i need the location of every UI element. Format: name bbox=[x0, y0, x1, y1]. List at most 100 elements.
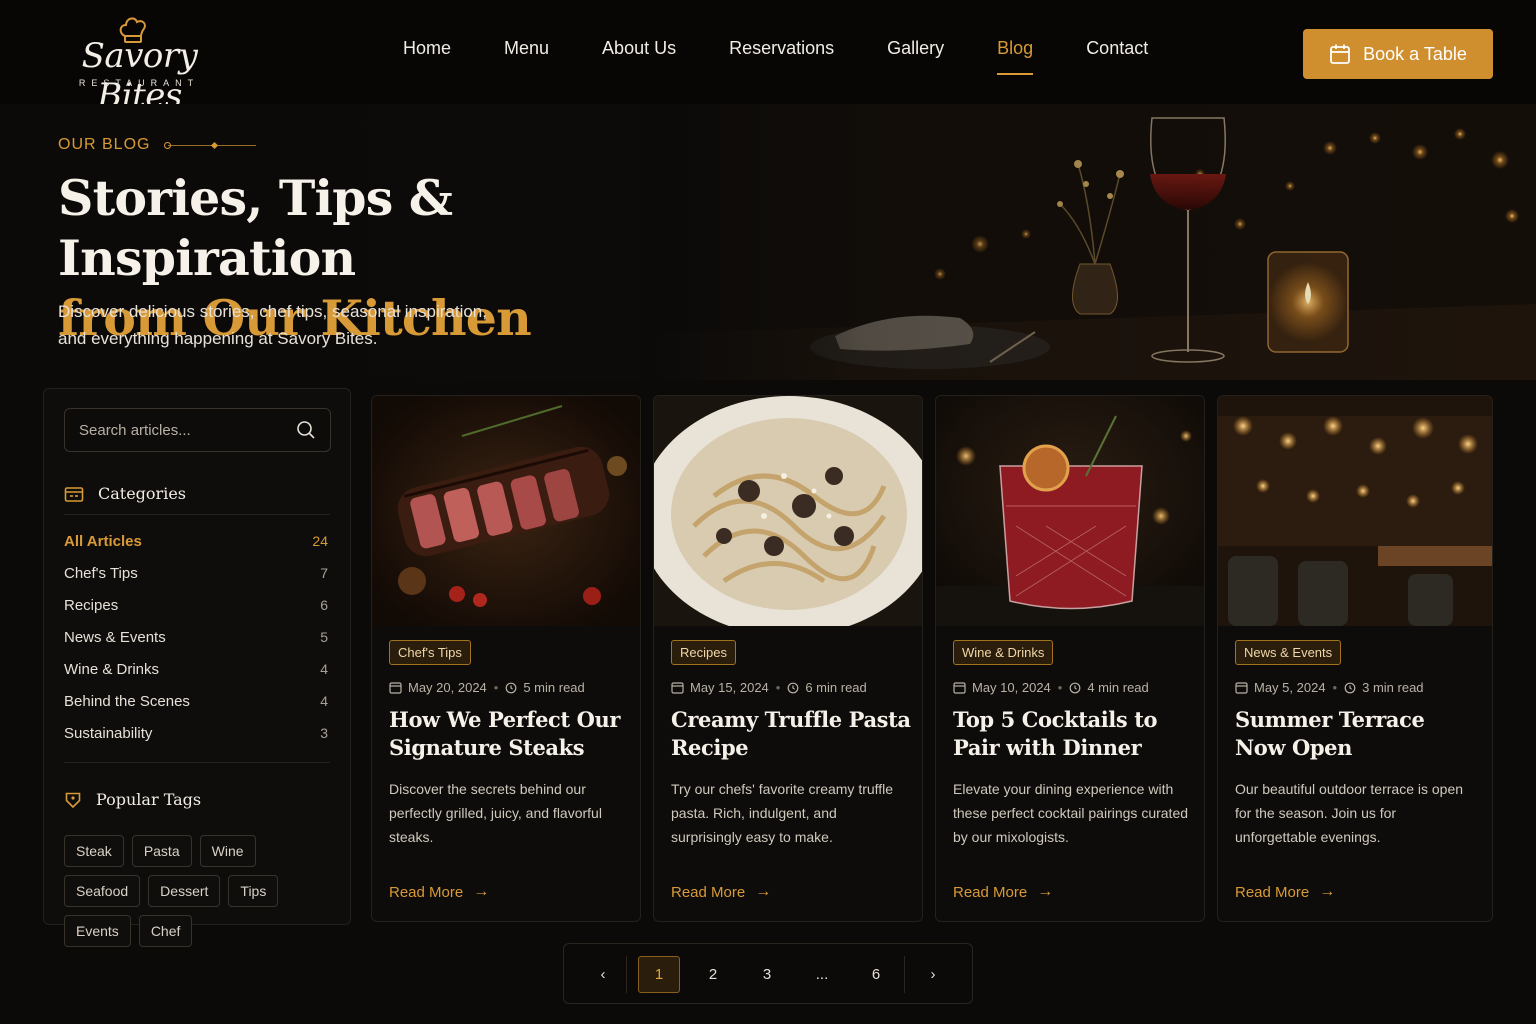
page-button-2[interactable]: 2 bbox=[692, 956, 734, 993]
read-time: 3 min read bbox=[1362, 680, 1424, 695]
article-date: May 10, 2024 bbox=[972, 680, 1051, 695]
nav-link-reservations[interactable]: Reservations bbox=[729, 38, 834, 75]
meta-separator: • bbox=[775, 680, 781, 695]
divider bbox=[64, 514, 330, 515]
clock-icon bbox=[1069, 682, 1081, 693]
truffle-pasta-photo bbox=[654, 396, 922, 626]
tag-seafood[interactable]: Seafood bbox=[64, 875, 141, 907]
tag-events[interactable]: Events bbox=[64, 915, 131, 947]
category-badge[interactable]: Recipes bbox=[671, 640, 736, 665]
article-date: May 5, 2024 bbox=[1254, 680, 1326, 695]
brand-logo[interactable]: Savory Bites RESTAURANT bbox=[52, 14, 227, 116]
category-label: Recipes bbox=[64, 596, 119, 614]
article-title[interactable]: Summer Terrace Now Open bbox=[1235, 706, 1475, 762]
page-ellipsis: ... bbox=[815, 966, 829, 983]
category-count: 3 bbox=[320, 725, 328, 741]
nav-link-home[interactable]: Home bbox=[403, 38, 451, 75]
category-badge[interactable]: News & Events bbox=[1235, 640, 1342, 665]
article-title[interactable]: Creamy Truffle Pasta Recipe bbox=[671, 706, 911, 762]
category-all-articles[interactable]: All Articles 24 bbox=[64, 525, 328, 557]
article-card[interactable]: Recipes May 15, 2024 • 6 min read Creamy… bbox=[653, 395, 923, 922]
calendar-icon bbox=[671, 682, 684, 694]
eyebrow-text: OUR BLOG bbox=[58, 136, 151, 153]
steak-photo bbox=[372, 396, 640, 626]
article-title[interactable]: How We Perfect Our Signature Steaks bbox=[389, 706, 629, 762]
category-wine-drinks[interactable]: Wine & Drinks 4 bbox=[64, 653, 328, 685]
calendar-icon bbox=[1235, 682, 1248, 694]
page-button-6[interactable]: 6 bbox=[855, 956, 897, 993]
next-page-button[interactable]: › bbox=[912, 956, 954, 993]
article-meta: May 20, 2024 • 5 min read bbox=[389, 680, 585, 695]
tag-pasta[interactable]: Pasta bbox=[131, 835, 192, 867]
search-icon[interactable] bbox=[296, 420, 316, 440]
article-date: May 15, 2024 bbox=[690, 680, 769, 695]
calendar-icon bbox=[953, 682, 966, 694]
search-box[interactable]: Search articles... bbox=[64, 408, 331, 452]
article-title[interactable]: Top 5 Cocktails to Pair with Dinner bbox=[953, 706, 1193, 762]
terrace-interior-photo bbox=[1218, 396, 1492, 626]
tags-heading: Popular Tags bbox=[64, 790, 201, 809]
tag-cloud: Steak Pasta Wine Seafood Dessert Tips Ev… bbox=[64, 835, 334, 955]
divider bbox=[64, 762, 330, 763]
brand-subtitle: RESTAURANT bbox=[78, 78, 200, 88]
calendar-icon bbox=[389, 682, 402, 694]
read-more-link[interactable]: Read More → bbox=[389, 883, 489, 901]
nav-link-contact[interactable]: Contact bbox=[1086, 38, 1148, 75]
clock-icon bbox=[505, 682, 517, 693]
category-badge[interactable]: Wine & Drinks bbox=[953, 640, 1054, 665]
clock-icon bbox=[787, 682, 799, 693]
tag-wine[interactable]: Wine bbox=[199, 835, 256, 867]
article-date: May 20, 2024 bbox=[408, 680, 487, 695]
page-button-3[interactable]: 3 bbox=[746, 956, 788, 993]
article-meta: May 15, 2024 • 6 min read bbox=[671, 680, 867, 695]
article-card[interactable]: Wine & Drinks May 10, 2024 • 4 min read … bbox=[935, 395, 1205, 922]
category-label: Behind the Scenes bbox=[64, 692, 190, 710]
tag-chef[interactable]: Chef bbox=[138, 915, 193, 947]
divider bbox=[626, 956, 627, 993]
read-more-label: Read More bbox=[671, 883, 746, 901]
nav-link-about[interactable]: About Us bbox=[602, 38, 676, 75]
blog-sidebar: Search articles... Categories All Articl… bbox=[43, 388, 351, 947]
category-news-events[interactable]: News & Events 5 bbox=[64, 621, 328, 653]
blog-eyebrow: OUR BLOG bbox=[58, 136, 257, 154]
category-badge[interactable]: Chef's Tips bbox=[389, 640, 471, 665]
category-behind-the-scenes[interactable]: Behind the Scenes 4 bbox=[64, 685, 328, 717]
arrow-right-icon: → bbox=[473, 883, 490, 900]
book-table-button[interactable]: Book a Table bbox=[1303, 29, 1493, 79]
category-sustainability[interactable]: Sustainability 3 bbox=[64, 717, 328, 749]
category-count: 4 bbox=[320, 661, 328, 677]
nav-link-gallery[interactable]: Gallery bbox=[887, 38, 944, 75]
tag-tips[interactable]: Tips bbox=[228, 875, 279, 907]
tag-icon bbox=[65, 792, 81, 808]
read-more-link[interactable]: Read More → bbox=[671, 883, 771, 901]
article-card[interactable]: Chef's Tips May 20, 2024 • 5 min read Ho… bbox=[371, 395, 641, 922]
divider bbox=[904, 956, 905, 993]
tag-dessert[interactable]: Dessert bbox=[148, 875, 221, 907]
tag-steak[interactable]: Steak bbox=[64, 835, 124, 867]
search-input[interactable]: Search articles... bbox=[79, 422, 296, 439]
category-count: 6 bbox=[320, 597, 328, 613]
read-more-link[interactable]: Read More → bbox=[953, 883, 1053, 901]
nav-link-blog[interactable]: Blog bbox=[997, 38, 1034, 75]
arrow-right-icon: → bbox=[755, 883, 772, 900]
category-count: 24 bbox=[312, 533, 328, 549]
read-more-link[interactable]: Read More → bbox=[1235, 883, 1335, 901]
article-excerpt: Discover the secrets behind our perfectl… bbox=[389, 781, 602, 845]
cocktail-photo bbox=[936, 396, 1204, 626]
article-meta: May 10, 2024 • 4 min read bbox=[953, 680, 1149, 695]
category-chefs-tips[interactable]: Chef's Tips 7 bbox=[64, 557, 328, 589]
read-time: 4 min read bbox=[1087, 680, 1149, 695]
calendar-icon bbox=[1330, 44, 1351, 64]
article-card[interactable]: News & Events May 5, 2024 • 3 min read S… bbox=[1217, 395, 1493, 922]
page-title-line1: Stories, Tips & Inspiration bbox=[58, 169, 453, 287]
category-recipes[interactable]: Recipes 6 bbox=[64, 589, 328, 621]
hero-section: OUR BLOG Stories, Tips & Inspiration fro… bbox=[0, 104, 1536, 380]
nav-link-menu[interactable]: Menu bbox=[504, 38, 549, 75]
category-label: News & Events bbox=[64, 628, 166, 646]
read-more-label: Read More bbox=[1235, 883, 1310, 901]
previous-page-button[interactable]: ‹ bbox=[582, 956, 624, 993]
hero-description: Discover delicious stories, chef tips, s… bbox=[58, 302, 487, 348]
category-label: All Articles bbox=[64, 532, 142, 550]
categories-heading: Categories bbox=[64, 484, 186, 503]
page-button-1[interactable]: 1 bbox=[638, 956, 680, 993]
